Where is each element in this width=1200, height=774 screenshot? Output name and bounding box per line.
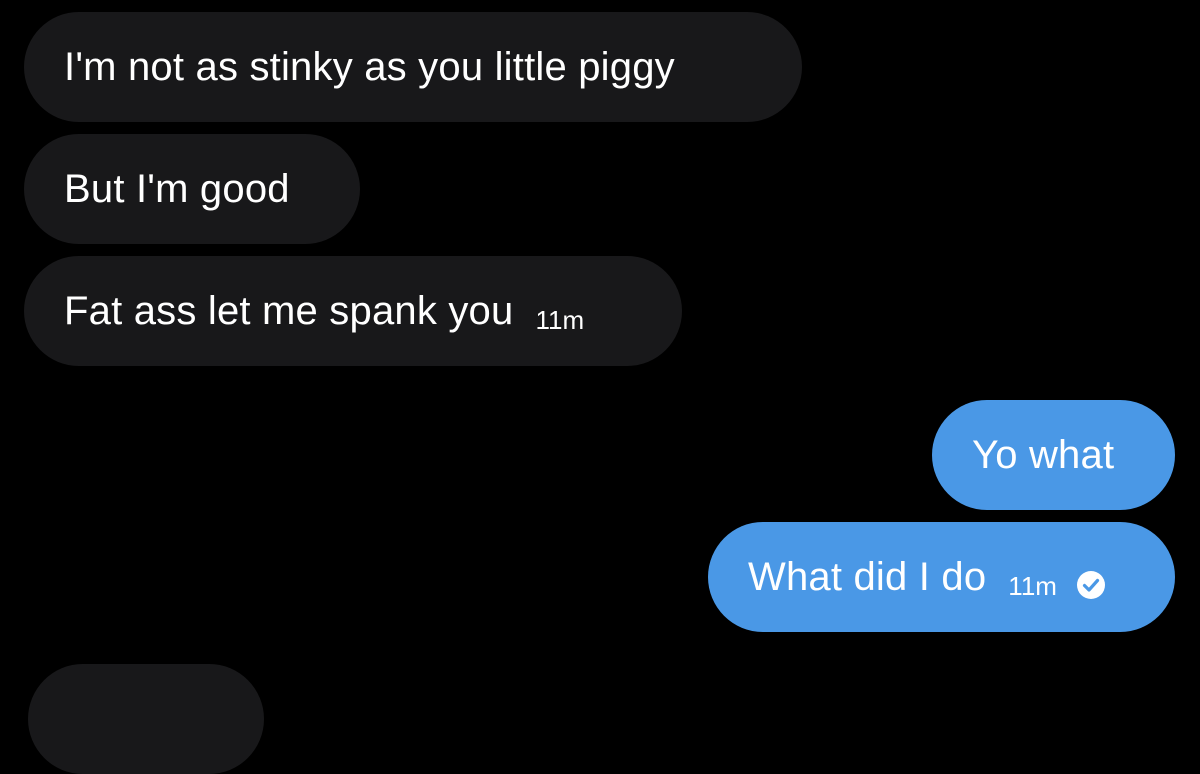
message-bubble-incoming-partial[interactable] xyxy=(28,664,264,774)
message-timestamp: 11m xyxy=(1008,570,1057,601)
message-bubble-incoming[interactable]: Fat ass let me spank you 11m xyxy=(24,256,682,366)
message-bubble-outgoing[interactable]: Yo what xyxy=(932,400,1175,510)
message-text: I'm not as stinky as you little piggy xyxy=(64,44,675,89)
message-bubble-incoming[interactable]: I'm not as stinky as you little piggy xyxy=(24,12,802,122)
message-timestamp: 11m xyxy=(535,304,585,335)
message-text: Fat ass let me spank you xyxy=(64,288,514,333)
message-text: What did I do xyxy=(748,554,987,599)
message-bubble-incoming[interactable]: But I'm good xyxy=(24,134,360,244)
message-bubble-outgoing[interactable]: What did I do 11m xyxy=(708,522,1175,632)
message-text: But I'm good xyxy=(64,166,290,211)
message-text: Yo what xyxy=(972,432,1115,477)
read-check-icon xyxy=(1075,569,1107,601)
